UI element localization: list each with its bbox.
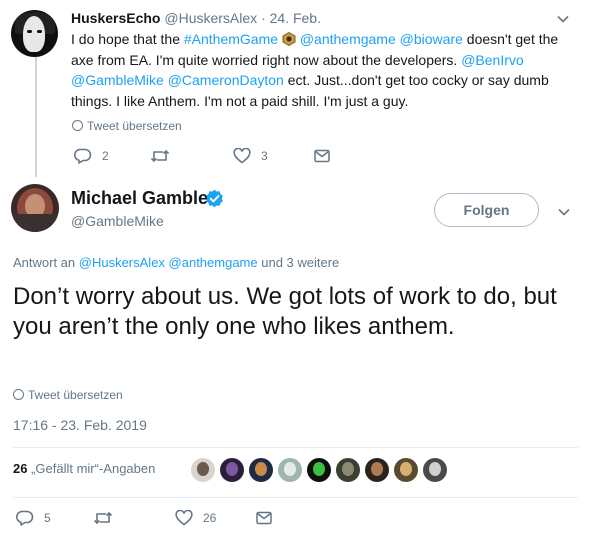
- liker-avatar[interactable]: [249, 458, 273, 482]
- liker-avatars: [191, 458, 452, 482]
- reply-count: 5: [44, 511, 51, 525]
- tweet-timestamp[interactable]: 17:16 - 23. Feb. 2019: [13, 417, 147, 433]
- main-message-button[interactable]: [256, 511, 272, 525]
- likes-summary-count: 26: [13, 461, 28, 476]
- mention-link[interactable]: @CameronDayton: [168, 72, 284, 88]
- message-icon: [314, 149, 330, 163]
- heart-icon: [233, 148, 251, 164]
- thread-connector: [35, 57, 37, 177]
- parent-tweet[interactable]: HuskersEcho @HuskersAlex · 24. Feb. I do…: [0, 0, 591, 178]
- caret-down-icon[interactable]: [556, 12, 570, 26]
- reply-to-users-link[interactable]: @HuskersAlex @anthemgame: [79, 255, 258, 270]
- globe-icon: [72, 120, 83, 131]
- liker-avatar[interactable]: [220, 458, 244, 482]
- parent-header: HuskersEcho @HuskersAlex · 24. Feb.: [71, 10, 321, 26]
- verified-badge-icon: [206, 189, 223, 208]
- follow-button[interactable]: Folgen: [434, 193, 539, 227]
- parent-tweet-text: I do hope that the #AnthemGame @anthemga…: [71, 29, 571, 111]
- mention-link[interactable]: @GambleMike: [71, 72, 164, 88]
- liker-avatar[interactable]: [336, 458, 360, 482]
- liker-avatar[interactable]: [307, 458, 331, 482]
- text-segment: I do hope that the: [71, 31, 184, 47]
- anthem-emoji-icon: [282, 31, 296, 47]
- mention-link[interactable]: @bioware: [400, 31, 463, 47]
- translate-label: Tweet übersetzen: [28, 388, 123, 402]
- mention-link[interactable]: @BenIrvo: [461, 52, 523, 68]
- main-translate-link[interactable]: Tweet übersetzen: [13, 388, 123, 402]
- likes-summary-label: „Gefällt mir“-Angaben: [27, 461, 156, 476]
- main-like-button[interactable]: 26: [175, 510, 216, 526]
- parent-message-button[interactable]: [314, 149, 330, 163]
- like-count: 26: [203, 511, 217, 525]
- retweet-icon: [93, 511, 113, 525]
- liker-avatar[interactable]: [278, 458, 302, 482]
- liker-avatar[interactable]: [191, 458, 215, 482]
- divider: [13, 497, 578, 498]
- parent-avatar[interactable]: [11, 10, 58, 57]
- reply-prefix: Antwort an: [13, 255, 79, 270]
- reply-context: Antwort an @HuskersAlex @anthemgame und …: [13, 255, 339, 270]
- mention-link[interactable]: @anthemgame: [300, 31, 396, 47]
- main-display-name[interactable]: Michael Gamble: [71, 188, 208, 209]
- parent-retweet-button[interactable]: [150, 148, 180, 164]
- hashtag-link[interactable]: #AnthemGame: [184, 31, 278, 47]
- liker-avatar[interactable]: [365, 458, 389, 482]
- reply-count: 2: [102, 149, 109, 163]
- message-icon: [256, 511, 272, 525]
- translate-label: Tweet übersetzen: [87, 119, 182, 133]
- likes-summary[interactable]: 26 „Gefällt mir“-Angaben: [13, 461, 155, 476]
- parent-translate-link[interactable]: Tweet übersetzen: [72, 119, 182, 133]
- parent-like-button[interactable]: 3: [233, 148, 268, 164]
- main-handle[interactable]: @GambleMike: [71, 213, 164, 229]
- main-avatar[interactable]: [11, 184, 59, 232]
- reply-icon: [74, 148, 92, 164]
- liker-avatar[interactable]: [423, 458, 447, 482]
- heart-icon: [175, 510, 193, 526]
- main-tweet-text: Don’t worry about us. We got lots of wor…: [13, 283, 557, 340]
- reply-icon: [16, 510, 34, 526]
- parent-date[interactable]: · 24. Feb.: [261, 10, 321, 26]
- parent-handle[interactable]: @HuskersAlex: [164, 10, 257, 26]
- divider: [13, 447, 578, 448]
- caret-down-icon[interactable]: [557, 205, 571, 219]
- reply-suffix[interactable]: und 3 weitere: [258, 255, 339, 270]
- parent-reply-button[interactable]: 2: [74, 148, 109, 164]
- parent-display-name[interactable]: HuskersEcho: [71, 10, 160, 26]
- liker-avatar[interactable]: [394, 458, 418, 482]
- like-count: 3: [261, 149, 268, 163]
- globe-icon: [13, 389, 24, 400]
- main-retweet-button[interactable]: [93, 510, 123, 526]
- main-reply-button[interactable]: 5: [16, 510, 51, 526]
- retweet-icon: [150, 149, 170, 163]
